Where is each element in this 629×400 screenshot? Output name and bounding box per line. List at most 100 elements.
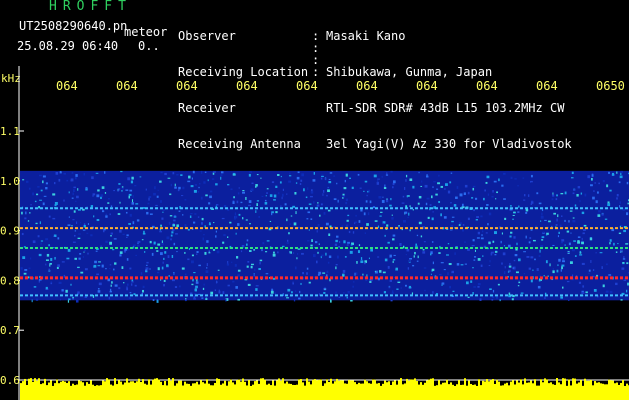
level-bar — [484, 381, 486, 400]
noise-speckle — [353, 281, 355, 283]
noise-speckle — [203, 234, 205, 236]
noise-speckle — [238, 187, 240, 189]
noise-speckle — [48, 244, 50, 246]
noise-speckle — [322, 272, 326, 274]
noise-speckle — [187, 228, 190, 231]
noise-speckle — [555, 223, 558, 226]
noise-speckle — [145, 188, 147, 191]
noise-speckle — [373, 174, 377, 178]
noise-speckle — [432, 186, 434, 189]
noise-speckle — [577, 186, 581, 189]
noise-speckle — [404, 284, 407, 287]
level-bar — [74, 385, 76, 400]
level-bar — [184, 381, 186, 400]
noise-speckle — [113, 238, 117, 240]
level-bar — [476, 385, 478, 400]
noise-speckle — [199, 230, 202, 232]
noise-speckle — [400, 287, 403, 289]
noise-speckle — [568, 242, 571, 246]
level-bar — [412, 379, 414, 400]
level-bar — [474, 384, 476, 400]
level-bar — [106, 378, 108, 400]
level-bar — [94, 385, 96, 400]
noise-speckle — [172, 224, 176, 227]
noise-speckle — [328, 178, 331, 180]
level-bar — [562, 378, 564, 400]
level-bar — [164, 381, 166, 400]
level-bar — [312, 379, 314, 400]
noise-speckle — [552, 244, 555, 246]
noise-speckle — [236, 256, 239, 259]
noise-speckle — [504, 266, 506, 269]
level-bar — [396, 384, 398, 400]
level-bar — [36, 380, 38, 400]
noise-speckle — [343, 240, 346, 244]
level-bar — [374, 379, 376, 400]
noise-speckle — [39, 221, 41, 225]
noise-speckle — [619, 175, 623, 179]
noise-speckle — [35, 222, 38, 225]
level-bar — [610, 380, 612, 400]
noise-speckle — [78, 233, 81, 235]
noise-speckle — [142, 285, 145, 289]
noise-speckle — [355, 214, 357, 217]
app-title: HROFFT — [49, 0, 132, 14]
noise-speckle — [134, 184, 137, 187]
noise-speckle — [501, 184, 504, 187]
noise-speckle — [352, 231, 355, 234]
noise-speckle — [264, 201, 268, 205]
noise-speckle — [30, 257, 32, 260]
noise-speckle — [390, 299, 393, 302]
noise-speckle — [472, 185, 476, 188]
noise-speckle — [128, 297, 131, 299]
noise-speckle — [492, 189, 494, 193]
level-bar — [626, 383, 628, 400]
noise-speckle — [477, 231, 481, 235]
noise-speckle — [579, 250, 582, 253]
level-bar — [250, 385, 252, 400]
noise-speckle — [619, 201, 621, 204]
noise-speckle — [265, 251, 268, 253]
time-tick-label: 064 — [116, 79, 138, 93]
level-bar — [156, 378, 158, 400]
noise-speckle — [40, 240, 44, 242]
level-bar — [310, 384, 312, 400]
noise-speckle — [462, 229, 464, 232]
level-bar — [50, 380, 52, 400]
noise-speckle — [254, 186, 257, 188]
noise-speckle — [153, 192, 156, 196]
noise-speckle — [177, 189, 180, 192]
noise-speckle — [251, 182, 254, 185]
noise-speckle — [67, 248, 71, 252]
noise-speckle — [96, 218, 100, 222]
noise-speckle — [45, 286, 48, 290]
noise-speckle — [374, 220, 378, 222]
noise-speckle — [67, 224, 71, 226]
noise-speckle — [255, 210, 257, 213]
noise-speckle — [100, 194, 104, 198]
noise-speckle — [559, 224, 562, 228]
noise-speckle — [455, 196, 458, 199]
noise-speckle — [73, 210, 76, 213]
noise-speckle — [307, 240, 310, 242]
level-bar — [542, 382, 544, 400]
noise-speckle — [72, 297, 74, 299]
noise-speckle — [384, 234, 386, 237]
level-bar — [306, 378, 308, 400]
level-bar — [418, 384, 420, 400]
noise-speckle — [119, 254, 122, 257]
noise-speckle — [226, 263, 230, 266]
noise-speckle — [523, 251, 526, 253]
noise-speckle — [93, 215, 95, 218]
level-bar — [622, 379, 624, 400]
noise-speckle — [365, 279, 368, 282]
level-bar — [80, 381, 82, 400]
level-bar — [152, 379, 154, 400]
level-bar — [20, 383, 22, 400]
noise-speckle — [320, 177, 323, 180]
noise-speckle — [452, 290, 455, 292]
noise-speckle — [75, 299, 79, 303]
noise-speckle — [513, 211, 516, 213]
noise-speckle — [514, 254, 518, 257]
level-bar — [180, 380, 182, 400]
